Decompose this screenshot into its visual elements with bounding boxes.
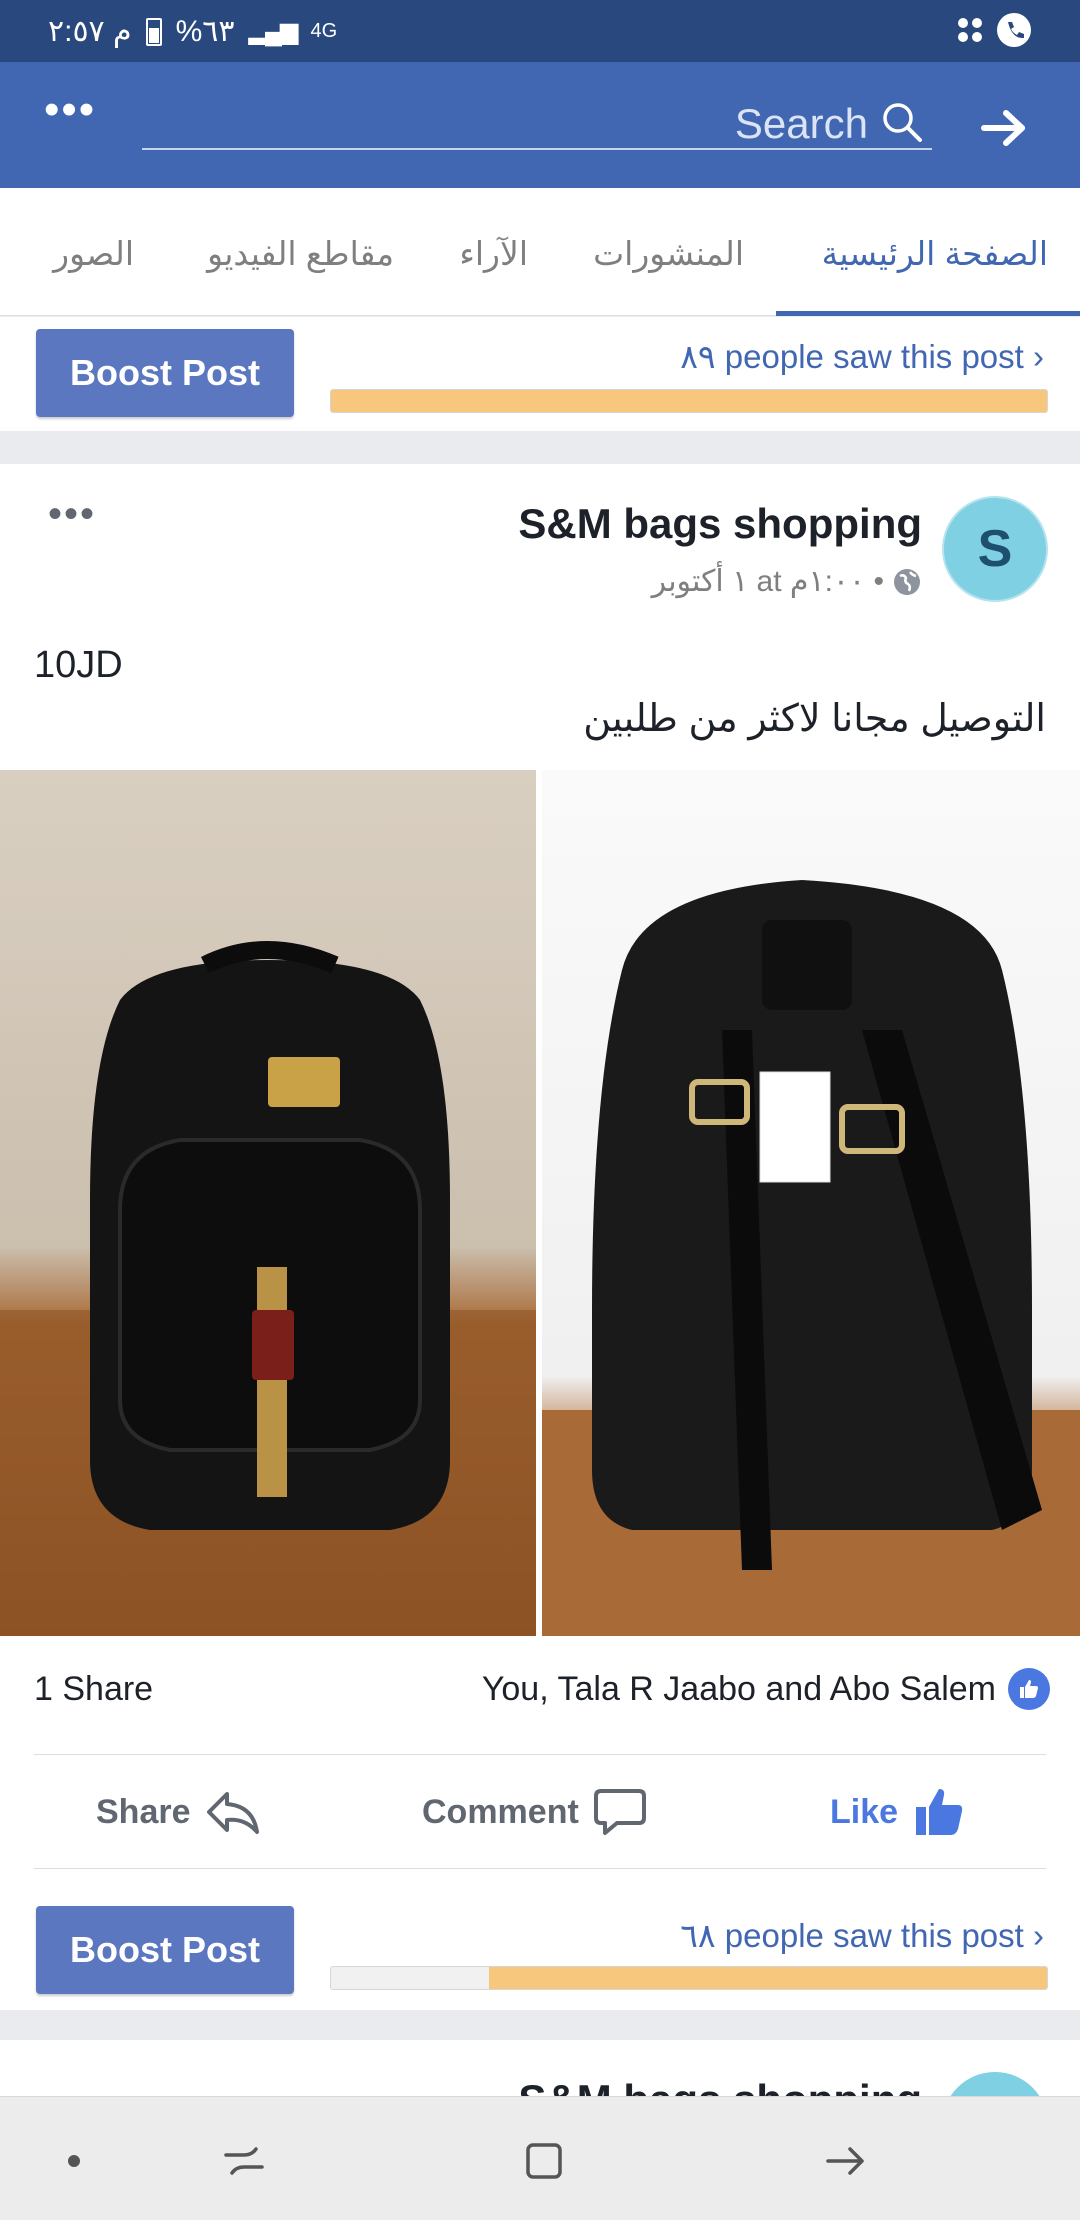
boost-card-bottom: Boost Post ٦٨ people saw this post ›: [0, 1878, 1080, 2010]
chevron-right-icon: ›: [1033, 1917, 1044, 1954]
post-price: 10JD: [34, 644, 123, 686]
search-header: ••• Search: [0, 62, 1080, 188]
post-caption: التوصيل مجانا لاكثر من طلبين: [583, 698, 1046, 740]
backpack-back-image: [542, 880, 1080, 1636]
comment-button[interactable]: Comment: [422, 1784, 647, 1840]
post-reach-text: ٨٩ people saw this post: [680, 338, 1024, 375]
like-label: Like: [830, 1792, 899, 1831]
status-time: م ٢:٥٧: [48, 15, 132, 48]
status-left: م ٢:٥٧ %٦٣ ▂▄▆ 4G: [48, 14, 337, 49]
reach-progress-fill: [331, 390, 1047, 412]
tab-posts[interactable]: المنشورات: [593, 234, 744, 273]
like-button[interactable]: Like: [830, 1784, 966, 1840]
post-meta: ١ أكتوبر at ١:٠٠م •: [652, 564, 922, 599]
reactors-list[interactable]: You, Tala R Jaabo and Abo Salem: [482, 1670, 996, 1709]
boost-post-button[interactable]: Boost Post: [36, 329, 294, 417]
globe-icon: [894, 568, 920, 595]
tab-reviews[interactable]: الآراء: [459, 234, 528, 273]
thumbs-up-icon: [916, 1789, 963, 1835]
status-right: [954, 12, 1032, 48]
like-reaction-icon: [1008, 1668, 1050, 1710]
search-icon: [883, 103, 922, 142]
post-reach-link-bottom[interactable]: ٦٨ people saw this post ›: [680, 1916, 1044, 1955]
apps-icon: [958, 18, 982, 42]
divider: [34, 1754, 1046, 1755]
boost-post-button-bottom[interactable]: Boost Post: [36, 1906, 294, 1994]
signal-icon: ▂▄▆: [248, 18, 299, 45]
boost-card-top: Boost Post ٨٩ people saw this post ›: [0, 317, 1080, 431]
search-input[interactable]: Search: [142, 88, 932, 150]
forward-arrow-icon[interactable]: [980, 108, 1028, 148]
avatar[interactable]: S: [942, 496, 1048, 602]
divider: [34, 1868, 1046, 1869]
nav-dot-icon[interactable]: [50, 2137, 98, 2185]
search-placeholder: Search: [734, 100, 868, 147]
reach-progress-bar: [330, 389, 1048, 413]
post-reach-link[interactable]: ٨٩ people saw this post ›: [680, 337, 1044, 376]
post-card: ••• S S&M bags shopping ١ أكتوبر at ١:٠٠…: [0, 464, 1080, 1878]
post-photo-front[interactable]: [0, 770, 536, 1636]
page-tabs: الصفحة الرئيسية المنشورات الآراء مقاطع ا…: [0, 188, 1080, 316]
share-button[interactable]: Share: [96, 1784, 261, 1840]
share-label: Share: [96, 1792, 191, 1831]
phone-icon: [997, 13, 1031, 47]
post-timestamp: ١ أكتوبر at ١:٠٠م •: [651, 565, 884, 598]
battery-icon: [145, 17, 162, 46]
network-type: 4G: [310, 20, 338, 42]
tab-videos[interactable]: مقاطع الفيديو: [207, 234, 394, 273]
system-nav-bar: [0, 2096, 1080, 2220]
next-post-card: S&M bags shopping: [0, 2040, 1080, 2100]
status-bar: م ٢:٥٧ %٦٣ ▂▄▆ 4G: [0, 0, 1080, 62]
post-options-icon[interactable]: •••: [48, 494, 96, 534]
reactions-row: 1 Share You, Tala R Jaabo and Abo Salem: [0, 1636, 1080, 1746]
share-count[interactable]: 1 Share: [34, 1670, 153, 1709]
avatar-letter: S: [977, 520, 1013, 578]
tab-home[interactable]: الصفحة الرئيسية: [822, 234, 1048, 273]
back-button-icon[interactable]: [822, 2137, 870, 2185]
active-tab-indicator: [776, 311, 1080, 316]
reach-progress-fill-bottom: [488, 1967, 1047, 1989]
tab-photos[interactable]: الصور: [53, 234, 134, 273]
recent-apps-icon[interactable]: [220, 2137, 268, 2185]
backpack-front-image: [0, 941, 536, 1636]
comment-icon: [593, 1789, 646, 1835]
reach-progress-bar-bottom: [330, 1966, 1048, 1990]
comment-label: Comment: [422, 1792, 579, 1831]
battery-level: %٦٣: [175, 15, 235, 48]
chevron-right-icon: ›: [1033, 338, 1044, 375]
post-reach-text-bottom: ٦٨ people saw this post: [680, 1917, 1024, 1954]
post-photo-back[interactable]: [542, 770, 1080, 1636]
home-button-icon[interactable]: [520, 2137, 568, 2185]
share-icon: [206, 1792, 259, 1834]
more-options-icon[interactable]: •••: [44, 88, 96, 132]
page-name[interactable]: S&M bags shopping: [518, 500, 922, 548]
